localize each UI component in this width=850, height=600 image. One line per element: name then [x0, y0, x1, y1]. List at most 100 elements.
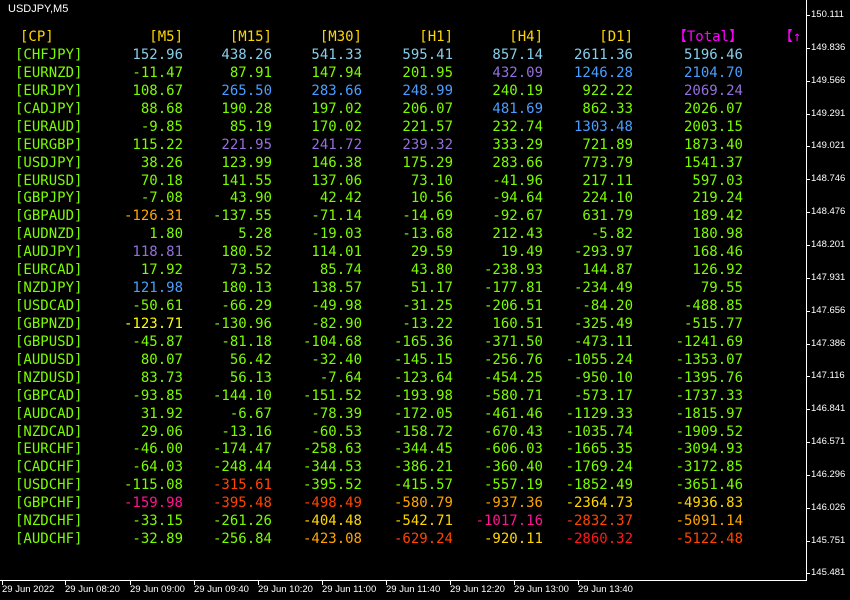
strength-value: -7.64: [319, 370, 362, 386]
strength-value: -123.64: [393, 370, 453, 386]
chart-frame-bottom: [0, 580, 807, 581]
header-m5: [M5]: [149, 29, 183, 45]
pair-label: [AUDNZD]: [15, 226, 83, 242]
price-tick: [806, 245, 810, 246]
price-tick: [806, 409, 810, 410]
total-value: 5196.46: [683, 47, 743, 63]
strength-value: -13.22: [402, 316, 453, 332]
strength-value: -78.39: [311, 406, 362, 422]
time-label: 29 Jun 2022: [2, 584, 55, 595]
strength-value: 232.74: [492, 119, 543, 135]
pair-label: [USDJPY]: [15, 155, 83, 171]
strength-value: 43.80: [410, 262, 453, 278]
time-label: 29 Jun 13:00: [514, 584, 569, 595]
strength-value: 180.52: [221, 244, 272, 260]
strength-value: 42.42: [319, 190, 362, 206]
strength-value: 170.02: [311, 119, 362, 135]
strength-value: 217.11: [582, 173, 633, 189]
strength-value: -395.48: [212, 495, 272, 511]
strength-value: 85.19: [229, 119, 272, 135]
price-tick: [806, 573, 810, 574]
strength-value: -234.49: [573, 280, 633, 296]
total-value: 168.46: [692, 244, 743, 260]
total-value: 1873.40: [683, 137, 743, 153]
strength-value: -32.40: [311, 352, 362, 368]
symbol-timeframe-label: USDJPY,M5: [8, 3, 69, 15]
strength-value: -115.08: [123, 477, 183, 493]
strength-value: 144.87: [582, 262, 633, 278]
strength-value: -238.93: [483, 262, 543, 278]
strength-value: -395.52: [302, 477, 362, 493]
strength-value: 10.56: [410, 190, 453, 206]
strength-value: -66.29: [221, 298, 272, 314]
strength-value: -81.18: [221, 334, 272, 350]
pair-label: [CADCHF]: [15, 459, 83, 475]
pair-label: [NZDJPY]: [15, 280, 83, 296]
price-label: 148.201: [811, 239, 846, 250]
strength-value: 239.32: [402, 137, 453, 153]
strength-value: -93.85: [132, 388, 183, 404]
total-value: 2069.24: [683, 83, 743, 99]
strength-value: 1.80: [149, 226, 183, 242]
strength-value: 152.96: [132, 47, 183, 63]
price-label: 149.566: [811, 75, 846, 86]
strength-value: -293.97: [573, 244, 633, 260]
total-value: 189.42: [692, 208, 743, 224]
total-value: 219.24: [692, 190, 743, 206]
strength-value: 190.28: [221, 101, 272, 117]
strength-value: 160.51: [492, 316, 543, 332]
strength-value: -950.10: [573, 370, 633, 386]
strength-value: 31.92: [140, 406, 183, 422]
strength-value: 197.02: [311, 101, 362, 117]
strength-value: 114.01: [311, 244, 362, 260]
price-label: 147.386: [811, 338, 846, 349]
strength-value: 721.89: [582, 137, 633, 153]
strength-value: 70.18: [140, 173, 183, 189]
strength-value: 56.13: [229, 370, 272, 386]
header-d1: [D1]: [599, 29, 633, 45]
price-label: 150.111: [811, 9, 844, 20]
strength-value: 80.07: [140, 352, 183, 368]
total-value: -3172.85: [675, 459, 743, 475]
strength-value: -11.47: [132, 65, 183, 81]
strength-value: 631.79: [582, 208, 633, 224]
time-label: 29 Jun 11:00: [322, 584, 377, 595]
header-: 【↑: [779, 29, 802, 45]
strength-value: 141.55: [221, 173, 272, 189]
strength-value: 212.43: [492, 226, 543, 242]
strength-value: 175.29: [402, 155, 453, 171]
strength-value: 19.49: [500, 244, 543, 260]
strength-value: 333.29: [492, 137, 543, 153]
pair-label: [EURJPY]: [15, 83, 83, 99]
strength-value: 862.33: [582, 101, 633, 117]
price-label: 146.571: [811, 436, 846, 447]
header-cp: [CP]: [20, 29, 54, 45]
strength-value: -45.87: [132, 334, 183, 350]
strength-value: -248.44: [212, 459, 272, 475]
strength-value: -256.76: [483, 352, 543, 368]
strength-value: -5.82: [590, 226, 633, 242]
price-tick: [806, 475, 810, 476]
price-label: 147.931: [811, 272, 846, 283]
strength-value: 1246.28: [573, 65, 633, 81]
strength-value: 56.42: [229, 352, 272, 368]
strength-value: 115.22: [132, 137, 183, 153]
strength-value: 922.22: [582, 83, 633, 99]
strength-value: 438.26: [221, 47, 272, 63]
strength-value: -104.68: [302, 334, 362, 350]
strength-value: -158.72: [393, 424, 453, 440]
price-tick: [806, 48, 810, 49]
strength-value: 38.26: [140, 155, 183, 171]
strength-value: 87.91: [229, 65, 272, 81]
strength-value: -386.21: [393, 459, 453, 475]
strength-value: -2364.73: [565, 495, 633, 511]
strength-value: 180.13: [221, 280, 272, 296]
strength-value: 206.07: [402, 101, 453, 117]
total-value: 1541.37: [683, 155, 743, 171]
pair-label: [EURCAD]: [15, 262, 83, 278]
strength-value: -177.81: [483, 280, 543, 296]
price-label: 146.296: [811, 469, 846, 480]
strength-value: -123.71: [123, 316, 183, 332]
pair-label: [AUDUSD]: [15, 352, 83, 368]
strength-value: 29.59: [410, 244, 453, 260]
